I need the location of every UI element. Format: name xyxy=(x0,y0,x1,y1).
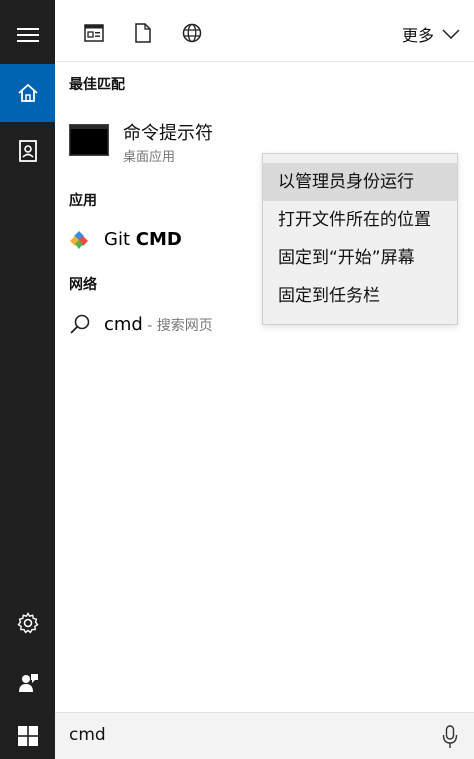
documents-button[interactable] xyxy=(0,122,55,180)
menu-item-run-as-admin[interactable]: 以管理员身份运行 xyxy=(263,163,457,201)
web-search-suffix: - 搜索网页 xyxy=(142,318,213,334)
notebook-icon xyxy=(18,140,37,162)
feedback-button[interactable] xyxy=(0,654,55,712)
start-sidebar xyxy=(0,0,55,759)
search-input[interactable]: cmd xyxy=(69,725,106,745)
chevron-down-icon xyxy=(442,29,460,39)
section-best-match: 最佳匹配 xyxy=(69,77,125,93)
filter-bar: 更多 xyxy=(55,0,474,62)
windows-logo-icon xyxy=(17,725,38,746)
search-results-panel: 更多 最佳匹配 命令提示符 桌面应用 应用 Git CMD 网络 cmd - 搜 xyxy=(55,0,474,712)
command-prompt-icon xyxy=(69,124,109,156)
git-cmd-label: Git CMD xyxy=(104,229,182,250)
section-apps: 应用 xyxy=(69,193,97,209)
menu-item-pin-to-start[interactable]: 固定到“开始”屏幕 xyxy=(263,239,457,277)
hamburger-icon xyxy=(16,28,39,42)
filter-apps-button[interactable] xyxy=(81,20,107,46)
settings-button[interactable] xyxy=(0,594,55,652)
more-label: 更多 xyxy=(401,26,434,45)
home-icon xyxy=(17,83,38,102)
gear-icon xyxy=(16,612,39,634)
web-search-query: cmd xyxy=(104,314,143,335)
app-window-icon xyxy=(84,24,104,42)
web-search-label: cmd - 搜索网页 xyxy=(104,314,213,335)
menu-item-pin-to-taskbar[interactable]: 固定到任务栏 xyxy=(263,277,457,315)
feedback-person-icon xyxy=(18,674,38,692)
document-icon xyxy=(135,23,151,43)
filter-documents-button[interactable] xyxy=(130,20,156,46)
section-web: 网络 xyxy=(69,277,97,293)
microphone-icon[interactable] xyxy=(442,725,458,749)
context-menu: 以管理员身份运行 打开文件所在的位置 固定到“开始”屏幕 固定到任务栏 xyxy=(262,153,458,325)
menu-button[interactable] xyxy=(0,6,55,64)
git-cmd-label-bold: CMD xyxy=(135,229,182,250)
best-match-subtitle: 桌面应用 xyxy=(123,150,176,165)
best-match-title: 命令提示符 xyxy=(123,123,213,144)
git-cmd-icon xyxy=(70,231,88,249)
search-icon xyxy=(70,314,90,334)
search-box[interactable]: cmd xyxy=(55,712,474,759)
more-filters-button[interactable]: 更多 xyxy=(402,22,460,46)
home-button[interactable] xyxy=(0,64,55,122)
menu-item-open-file-location[interactable]: 打开文件所在的位置 xyxy=(263,201,457,239)
git-cmd-label-prefix: Git xyxy=(104,229,136,250)
filter-web-button[interactable] xyxy=(179,20,205,46)
globe-icon xyxy=(182,23,202,43)
windows-start-button[interactable] xyxy=(0,712,55,759)
